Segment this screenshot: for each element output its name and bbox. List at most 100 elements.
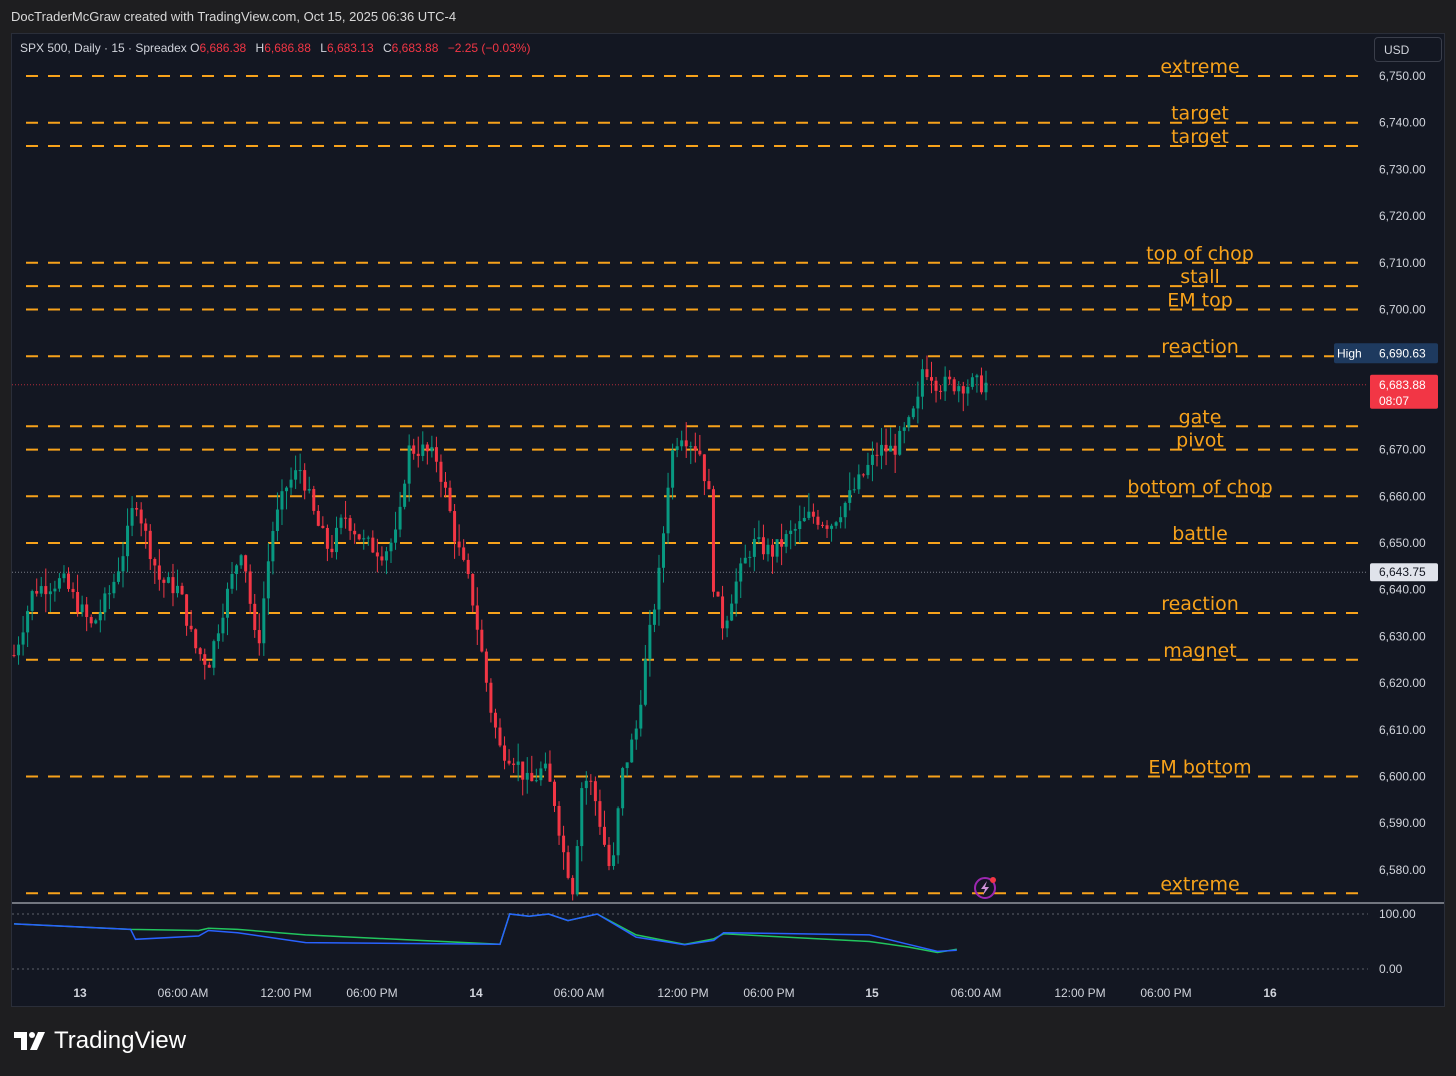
candle-body: [35, 591, 39, 594]
candle-body: [275, 509, 279, 532]
last-price-value: 6,683.88: [1379, 378, 1426, 392]
candle-body: [916, 396, 920, 409]
candle-body: [48, 591, 52, 595]
candle-body: [389, 542, 393, 552]
candle-body: [675, 446, 679, 451]
candle-body: [362, 538, 366, 540]
candle-body: [439, 461, 443, 482]
candle-body: [934, 380, 938, 391]
candle-body: [929, 377, 933, 381]
price-axis-label: 6,580.00: [1379, 863, 1426, 877]
candle-body: [957, 386, 961, 392]
candle-body: [39, 586, 43, 594]
candle-body: [216, 633, 220, 642]
candle-body: [602, 826, 606, 845]
candle-body: [807, 511, 811, 518]
candle-body: [889, 445, 893, 452]
level-label: target: [1171, 103, 1229, 125]
candle-body: [235, 565, 239, 574]
candle-body: [62, 573, 66, 579]
candle-body: [566, 852, 570, 878]
candle-body: [112, 581, 116, 594]
price-axis-label: 6,620.00: [1379, 676, 1426, 690]
candle-body: [543, 763, 547, 769]
level-label: magnet: [1163, 640, 1236, 662]
candle-body: [498, 727, 502, 746]
level-label: extreme: [1160, 873, 1239, 895]
candle-body: [12, 655, 16, 657]
candle-body: [771, 544, 775, 557]
candle-body: [185, 594, 189, 626]
candle-body: [748, 556, 752, 558]
symbol-name: SPX 500, Daily · 15 · Spreadex: [20, 41, 187, 55]
candle-body: [98, 612, 102, 621]
candle-body: [230, 573, 234, 589]
candle-body: [902, 427, 906, 431]
oscillator-axis-label: 0.00: [1379, 962, 1403, 976]
level-label: extreme: [1160, 56, 1239, 78]
candle-body: [157, 565, 161, 580]
candle-body: [939, 390, 943, 392]
candle-body: [780, 539, 784, 547]
candle-body: [621, 768, 625, 809]
candle-body: [225, 588, 229, 618]
time-axis-label: 12:00 PM: [657, 986, 708, 1000]
symbol-legend[interactable]: SPX 500, Daily · 15 · Spreadex O6,686.38…: [20, 41, 530, 55]
candle-body: [693, 446, 697, 451]
candle-body: [943, 376, 947, 392]
candle-body: [666, 487, 670, 534]
candle-body: [870, 454, 874, 465]
candle-body: [671, 450, 675, 488]
candle-body: [180, 585, 184, 595]
price-axis-label: 6,670.00: [1379, 443, 1426, 457]
candle-body: [961, 386, 965, 394]
candle-body: [121, 556, 125, 572]
candle-body: [721, 596, 725, 629]
candle-body: [298, 470, 302, 472]
price-axis-label: 6,630.00: [1379, 629, 1426, 643]
candle-body: [475, 605, 479, 630]
candle-body: [248, 571, 252, 604]
candle-body: [598, 801, 602, 827]
candle-body: [339, 517, 343, 528]
candle-body: [26, 610, 30, 633]
candle-body: [316, 510, 320, 526]
candle-body: [593, 781, 597, 802]
currency-button[interactable]: USD: [1374, 37, 1442, 62]
candle-body: [734, 581, 738, 604]
candle-body: [970, 377, 974, 387]
candle-body: [462, 547, 466, 560]
chart-canvas[interactable]: extreme targettarget top of chopstallEM to…: [0, 0, 1456, 1076]
time-axis-label: 06:00 AM: [158, 986, 209, 1000]
candle-body: [516, 761, 520, 765]
candle-body: [843, 502, 847, 518]
candle-body: [639, 704, 643, 729]
candle-body: [303, 470, 307, 491]
candle-body: [607, 844, 611, 866]
candle-body: [212, 641, 216, 668]
candle-body: [126, 525, 130, 557]
tradingview-logo[interactable]: TradingView: [14, 1027, 186, 1055]
candle-body: [580, 788, 584, 847]
candle-body: [521, 761, 525, 780]
price-axis-label: 6,610.00: [1379, 723, 1426, 737]
candle-body: [743, 557, 747, 564]
level-label: EM top: [1167, 290, 1233, 312]
candle-body: [94, 620, 98, 624]
candle-body: [194, 629, 198, 649]
candle-body: [589, 780, 593, 782]
candle-body: [880, 444, 884, 456]
candle-body: [407, 445, 411, 484]
candle-body: [207, 664, 211, 668]
price-axis-label: 6,660.00: [1379, 489, 1426, 503]
candle-body: [71, 588, 75, 592]
candle-body: [21, 632, 25, 645]
candle-body: [489, 682, 493, 713]
high-value: 6,686.88: [264, 41, 311, 55]
candle-body: [689, 446, 693, 448]
candle-body: [384, 551, 388, 561]
candle-body: [798, 521, 802, 530]
candle-body: [503, 745, 507, 761]
oscillator-line-blue: [13, 913, 957, 953]
candle-body: [325, 527, 329, 549]
